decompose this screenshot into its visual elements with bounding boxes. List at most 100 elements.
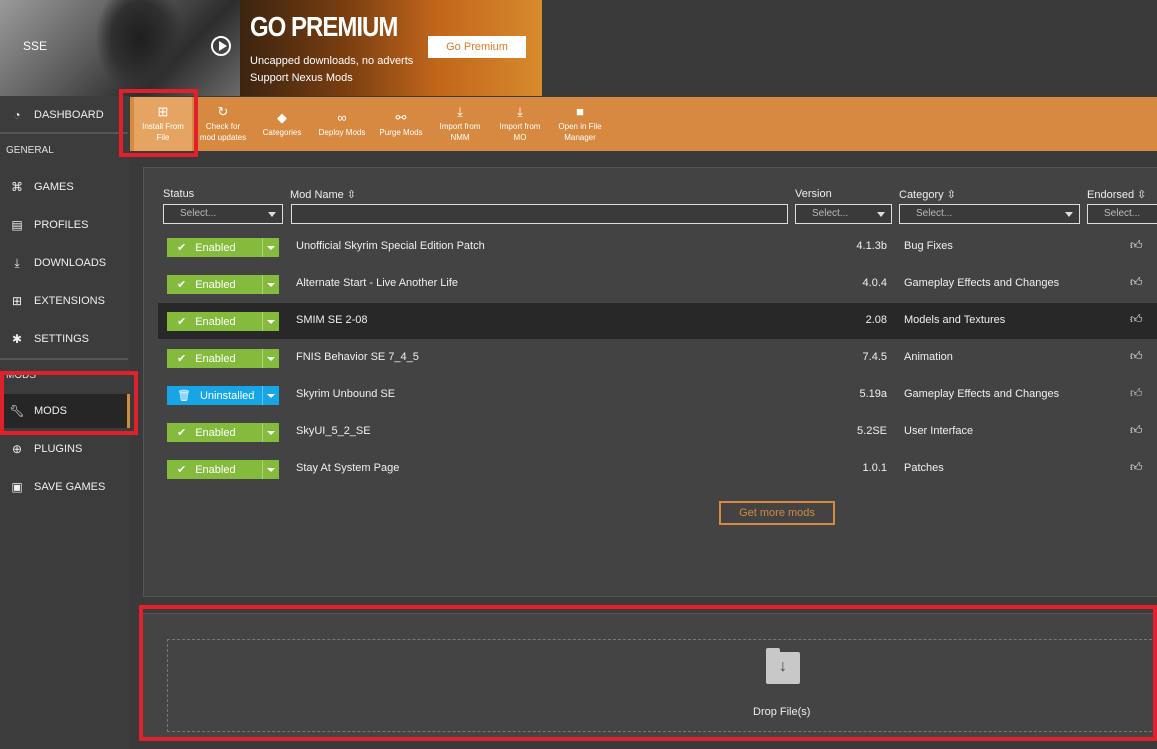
section-label-mods: MODS xyxy=(6,370,36,381)
status-label: Enabled xyxy=(195,278,236,291)
mod-version: 5.2SE xyxy=(857,425,887,437)
import-icon: ⤓ xyxy=(517,104,523,119)
extensions-icon: ⊞ xyxy=(11,294,23,308)
sidebar-item-save-games[interactable]: ▣ SAVE GAMES xyxy=(0,471,130,503)
gear-icon: ✱ xyxy=(11,332,23,346)
drop-target[interactable]: ↓ Drop File(s) xyxy=(167,639,1157,732)
sidebar-item-settings[interactable]: ✱ SETTINGS xyxy=(0,323,130,355)
thumbs-up-icon[interactable]: 👍︎ xyxy=(1130,275,1143,290)
button-label: Check for xyxy=(205,122,241,131)
filter-value: Select... xyxy=(812,208,849,219)
get-more-mods-button[interactable]: Get more mods xyxy=(719,501,835,525)
sidebar-item-label: SETTINGS xyxy=(34,333,90,345)
thumbs-up-icon[interactable]: 👍︎ xyxy=(1130,423,1143,438)
mod-category: Gameplay Effects and Changes xyxy=(904,277,1060,289)
deploy-mods-button[interactable]: ∞ Deploy Mods xyxy=(314,97,370,151)
premium-title: GO PREMIUM xyxy=(250,11,398,43)
trash-icon: 🗑︎ xyxy=(177,390,191,402)
status-label: Enabled xyxy=(195,463,236,476)
status-label: Uninstalled xyxy=(199,389,255,402)
button-label: Import from xyxy=(439,122,481,131)
status-toggle-button[interactable]: ✔ Enabled xyxy=(167,238,279,257)
thumbs-up-icon[interactable]: 👍︎ xyxy=(1130,312,1143,327)
chevron-down-icon[interactable] xyxy=(262,423,279,442)
chevron-down-icon xyxy=(268,212,276,217)
status-label: Enabled xyxy=(195,241,236,254)
table-row[interactable]: ✔ Enabled FNIS Behavior SE 7_4_5 7.4.5 An… xyxy=(158,340,1157,376)
table-row[interactable]: ✔ Enabled Unofficial Skyrim Special Editi… xyxy=(158,229,1157,265)
status-toggle-button[interactable]: ✔ Enabled xyxy=(167,275,279,294)
status-toggle-button[interactable]: ✔ Enabled xyxy=(167,460,279,479)
column-header-version[interactable]: Version xyxy=(795,188,832,200)
table-row[interactable]: 🗑︎ Uninstalled Skyrim Unbound SE 5.19a Ga… xyxy=(158,377,1157,413)
status-filter-select[interactable]: Select... xyxy=(163,204,283,224)
version-filter-select[interactable]: Select... xyxy=(795,204,892,224)
button-label: Import from xyxy=(499,122,541,131)
chevron-down-icon[interactable] xyxy=(262,386,279,405)
sidebar-item-dashboard[interactable]: ◔ DASHBOARD xyxy=(0,99,130,131)
drop-zone[interactable]: ↓ Drop File(s) xyxy=(143,613,1157,739)
category-filter-select[interactable]: Select... xyxy=(899,204,1080,224)
mod-version: 7.4.5 xyxy=(862,351,887,363)
status-toggle-button[interactable]: ✔ Enabled xyxy=(167,312,279,331)
column-header-label: Mod Name xyxy=(290,189,344,201)
open-in-file-manager-button[interactable]: ■ Open in File Manager xyxy=(552,97,608,151)
table-row[interactable]: ✔ Enabled SMIM SE 2-08 2.08 Models and Te… xyxy=(158,303,1157,339)
game-name: SSE xyxy=(23,39,48,53)
thumbs-up-icon[interactable]: 👍︎ xyxy=(1130,349,1143,364)
chevron-down-icon[interactable] xyxy=(262,349,279,368)
play-icon[interactable] xyxy=(211,36,231,56)
install-from-file-button[interactable]: ⊞ Install From File xyxy=(134,97,192,151)
game-artwork xyxy=(95,0,185,96)
wrench-icon: 🔧︎ xyxy=(9,404,25,418)
premium-line-2: Support Nexus Mods xyxy=(250,72,353,84)
column-header-mod-name[interactable]: Mod Name ⇳ xyxy=(290,188,356,201)
section-label-general: GENERAL xyxy=(6,145,54,156)
sidebar-item-label: EXTENSIONS xyxy=(34,295,105,307)
table-row[interactable]: ✔ Enabled Alternate Start - Live Another … xyxy=(158,266,1157,302)
chevron-down-icon[interactable] xyxy=(262,238,279,257)
mod-category: Gameplay Effects and Changes xyxy=(904,388,1060,400)
table-row[interactable]: ✔ Enabled SkyUI_5_2_SE 5.2SE User Interfa… xyxy=(158,414,1157,450)
categories-button[interactable]: ◆ Categories xyxy=(256,97,308,151)
chevron-down-icon[interactable] xyxy=(262,460,279,479)
chevron-down-icon[interactable] xyxy=(262,275,279,294)
status-toggle-button[interactable]: 🗑︎ Uninstalled xyxy=(167,386,279,405)
button-label: File xyxy=(156,133,170,142)
check-for-updates-button[interactable]: ↻ Check for mod updates xyxy=(194,97,252,151)
game-tile[interactable]: SSE xyxy=(0,0,240,96)
column-header-category[interactable]: Category ⇳ xyxy=(899,188,956,201)
plus-circle-icon: ⊕ xyxy=(11,442,23,456)
purge-mods-button[interactable]: ⚯ Purge Mods xyxy=(374,97,428,151)
thumbs-up-icon[interactable]: 👍︎ xyxy=(1130,238,1143,253)
button-label: Categories xyxy=(262,127,302,137)
import-from-nmm-button[interactable]: ⤓ Import from NMM xyxy=(432,97,488,151)
thumbs-up-icon[interactable]: 👍︎ xyxy=(1130,460,1143,475)
mod-category: Animation xyxy=(904,351,953,363)
column-header-endorsed[interactable]: Endorsed ⇳ xyxy=(1087,188,1146,201)
check-icon: ✔ xyxy=(177,316,187,328)
link-icon: ∞ xyxy=(337,109,347,125)
chevron-down-icon xyxy=(1065,212,1073,217)
status-label: Enabled xyxy=(195,352,236,365)
filter-value: Select... xyxy=(916,208,953,219)
thumbs-up-outline-icon[interactable]: 👍︎ xyxy=(1130,386,1143,401)
table-row[interactable]: ✔ Enabled Stay At System Page 1.0.1 Patch… xyxy=(158,451,1157,487)
status-label: Enabled xyxy=(195,315,236,328)
sidebar-item-games[interactable]: ⌘ GAMES xyxy=(0,171,130,203)
sidebar-item-extensions[interactable]: ⊞ EXTENSIONS xyxy=(0,285,130,317)
status-toggle-button[interactable]: ✔ Enabled xyxy=(167,349,279,368)
sidebar-item-plugins[interactable]: ⊕ PLUGINS xyxy=(0,433,130,465)
chevron-down-icon[interactable] xyxy=(262,312,279,331)
sidebar-item-label: DASHBOARD xyxy=(34,109,104,121)
endorsed-filter-select[interactable]: Select... xyxy=(1087,204,1157,224)
go-premium-button[interactable]: Go Premium xyxy=(428,36,526,58)
status-toggle-button[interactable]: ✔ Enabled xyxy=(167,423,279,442)
sidebar-item-profiles[interactable]: ▤ PROFILES xyxy=(0,209,130,241)
import-from-mo-button[interactable]: ⤓ Import from MO xyxy=(492,97,548,151)
mod-name-filter-input[interactable] xyxy=(291,204,788,224)
divider xyxy=(0,132,128,134)
sidebar-item-mods[interactable]: 🔧︎ MODS xyxy=(0,394,130,428)
sidebar-item-downloads[interactable]: ⤓ DOWNLOADS xyxy=(0,247,130,279)
column-header-status[interactable]: Status xyxy=(163,188,194,200)
